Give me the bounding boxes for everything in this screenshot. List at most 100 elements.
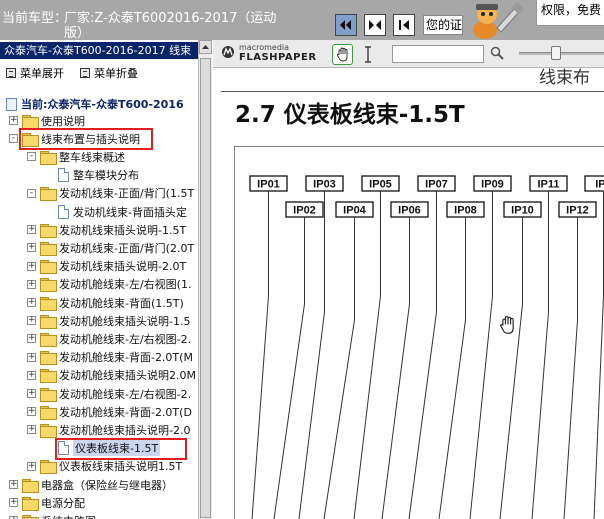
tree-item[interactable]: 发动机舱线束-左/右视图(1.	[40, 276, 191, 293]
navigation-panel: 众泰汽车-众泰T600-2016-2017 线束 菜单展开 菜单折叠 当前:众泰…	[0, 40, 212, 519]
tree-scrollbar[interactable]	[198, 40, 212, 519]
document-icon	[58, 168, 69, 183]
tree-expander[interactable]: +	[27, 243, 36, 253]
tree-expander[interactable]: +	[27, 298, 36, 307]
folder-icon	[40, 260, 57, 275]
tree-item[interactable]: 发动机线束-背面插头定	[58, 203, 187, 220]
brand-line-1: macromedia	[239, 43, 290, 52]
hand-icon	[336, 47, 347, 62]
scroll-thumb[interactable]	[200, 58, 211, 518]
collapse-all-button[interactable]: 菜单折叠	[80, 65, 138, 81]
collapse-all-label: 菜单折叠	[94, 67, 138, 80]
split-arrows-icon	[369, 20, 381, 30]
tree-item-label: 使用说明	[41, 114, 85, 128]
tree-item-label: 系统电路图	[41, 513, 96, 519]
tree-item-label: 仪表板线束插头说明1.5T	[59, 460, 183, 474]
tree-item[interactable]: 发动机舱线束-背面-2.0T(D	[40, 403, 192, 420]
folder-icon	[40, 278, 57, 293]
folder-icon	[22, 514, 39, 519]
nav-button-3[interactable]	[393, 14, 415, 36]
tree-expander[interactable]: +	[27, 425, 36, 435]
tree-item[interactable]: 仪表板线束插头说明1.5T	[40, 458, 182, 475]
folder-icon	[40, 332, 57, 347]
text-select-tool-icon[interactable]	[362, 46, 374, 63]
tree-expander[interactable]: +	[27, 334, 36, 344]
header-bar: 当前车型： 厂家:Z-众泰T6002016-2017（运动版） 您的证 权限，免…	[0, 0, 604, 40]
tree-item[interactable]: 发动机舱线束插头说明-1.5	[40, 312, 190, 329]
previous-page-heading: 线束布	[539, 68, 590, 88]
connector-label: IP12	[566, 205, 589, 217]
tree-expander[interactable]: -	[27, 152, 36, 162]
wire	[353, 191, 381, 519]
tree-item-label: 发动机舱线束-左/右视图-2.	[59, 332, 192, 346]
expand-all-icon	[6, 68, 16, 78]
scroll-up-icon	[202, 45, 209, 49]
tree-item-label: 发动机舱线束-背面(1.5T)	[59, 296, 184, 310]
tree-item[interactable]: 整车线束概述	[40, 148, 125, 165]
tree-item-label: 发动机舱线束插头说明-2.0	[59, 423, 191, 437]
tree-expander[interactable]: +	[27, 461, 36, 471]
connector-label: IP02	[293, 205, 316, 217]
tree-expander[interactable]: +	[9, 498, 18, 508]
tree-item[interactable]: 系统电路图	[22, 512, 96, 519]
tree-item[interactable]: 发动机舱线束插头说明-2.0	[40, 421, 190, 438]
tree-expander[interactable]: -	[27, 188, 36, 198]
folder-icon	[22, 478, 39, 493]
tree-item-label: 发动机线束插头说明-1.5T	[59, 223, 187, 237]
search-input[interactable]	[392, 45, 484, 63]
highlight-box	[19, 128, 153, 151]
tree-item[interactable]: 整车模块分布	[58, 167, 139, 184]
document-icon	[6, 97, 17, 111]
tree-expander[interactable]: +	[27, 316, 36, 326]
tree-item[interactable]: 发动机舱线束-背面(1.5T)	[40, 294, 184, 311]
zoom-slider-track[interactable]	[519, 52, 604, 55]
double-left-arrow-icon	[340, 20, 351, 30]
tree-expander[interactable]: +	[27, 261, 36, 271]
tree-expander[interactable]: +	[9, 116, 18, 125]
tree-expander[interactable]: +	[27, 370, 36, 380]
tree-item-label: 发动机舱线束插头说明2.0M	[59, 369, 196, 383]
document-page: 线束布 2.7 仪表板线束-1.5T IP01 IP03 IP05 IP07 IP09 I…	[213, 69, 604, 519]
tree-expander[interactable]: +	[27, 407, 36, 417]
tree-item[interactable]: 电器盒（保险丝与继电器）	[22, 476, 173, 493]
expand-all-label: 菜单展开	[20, 67, 64, 80]
wire	[298, 191, 325, 519]
tree-expander[interactable]: +	[27, 225, 36, 235]
page-divider	[221, 91, 604, 92]
tree-expander[interactable]: +	[9, 480, 18, 489]
folder-icon	[40, 187, 57, 202]
tree-expander[interactable]: +	[27, 389, 36, 398]
wire	[251, 191, 269, 519]
brand-line-2: FLASHPAPER	[239, 52, 317, 63]
tree-item[interactable]: 发动机舱线束-背面-2.0T(M	[40, 349, 193, 366]
tree-item[interactable]: 发动机舱线束-左/右视图-2.	[40, 385, 191, 402]
wire	[593, 191, 604, 519]
hand-tool-button[interactable]	[332, 44, 353, 65]
expand-all-button[interactable]: 菜单展开	[6, 65, 64, 81]
tree-item[interactable]: 发动机线束-正面/背门(1.5T	[40, 185, 194, 202]
zoom-slider-thumb[interactable]	[551, 46, 561, 60]
tree-expander[interactable]: +	[27, 352, 36, 362]
tree-item[interactable]: 发动机舱线束插头说明2.0M	[40, 367, 196, 384]
tree-item-label: 发动机舱线束-背面-2.0T(M	[59, 351, 193, 365]
tree-expander[interactable]: -	[9, 134, 18, 144]
collapse-all-icon	[80, 68, 90, 78]
tree-item[interactable]: 发动机线束-正面/背门(2.0T	[40, 239, 194, 256]
tree-item[interactable]: 发动机线束插头说明-2.0T	[40, 258, 186, 275]
tree-item[interactable]: 发动机舱线束-左/右视图-2.	[40, 330, 191, 347]
tree-item[interactable]: 使用说明	[22, 112, 85, 129]
tree-item-label: 发动机舱线束-左/右视图-2.	[59, 387, 192, 401]
search-icon[interactable]	[490, 46, 504, 60]
nav-button-1[interactable]	[335, 14, 357, 36]
nav-button-2[interactable]	[364, 14, 386, 36]
tree-expander[interactable]: +	[27, 279, 36, 289]
tree-item[interactable]: 发动机线束插头说明-1.5T	[40, 221, 186, 238]
tree-item-label: 发动机舱线束-左/右视图(1.	[59, 278, 192, 292]
vehicle-value: 厂家:Z-众泰T6002016-2017（运动版）	[64, 11, 277, 40]
tree-item[interactable]: 电源分配	[22, 494, 85, 511]
tree-item-label: 发动机线束-正面/背门(2.0T	[59, 241, 195, 255]
section-title: 2.7 仪表板线束-1.5T	[235, 102, 465, 128]
vehicle-label: 当前车型：	[2, 11, 68, 26]
folder-icon	[22, 114, 39, 129]
scroll-up-button[interactable]	[199, 40, 212, 54]
